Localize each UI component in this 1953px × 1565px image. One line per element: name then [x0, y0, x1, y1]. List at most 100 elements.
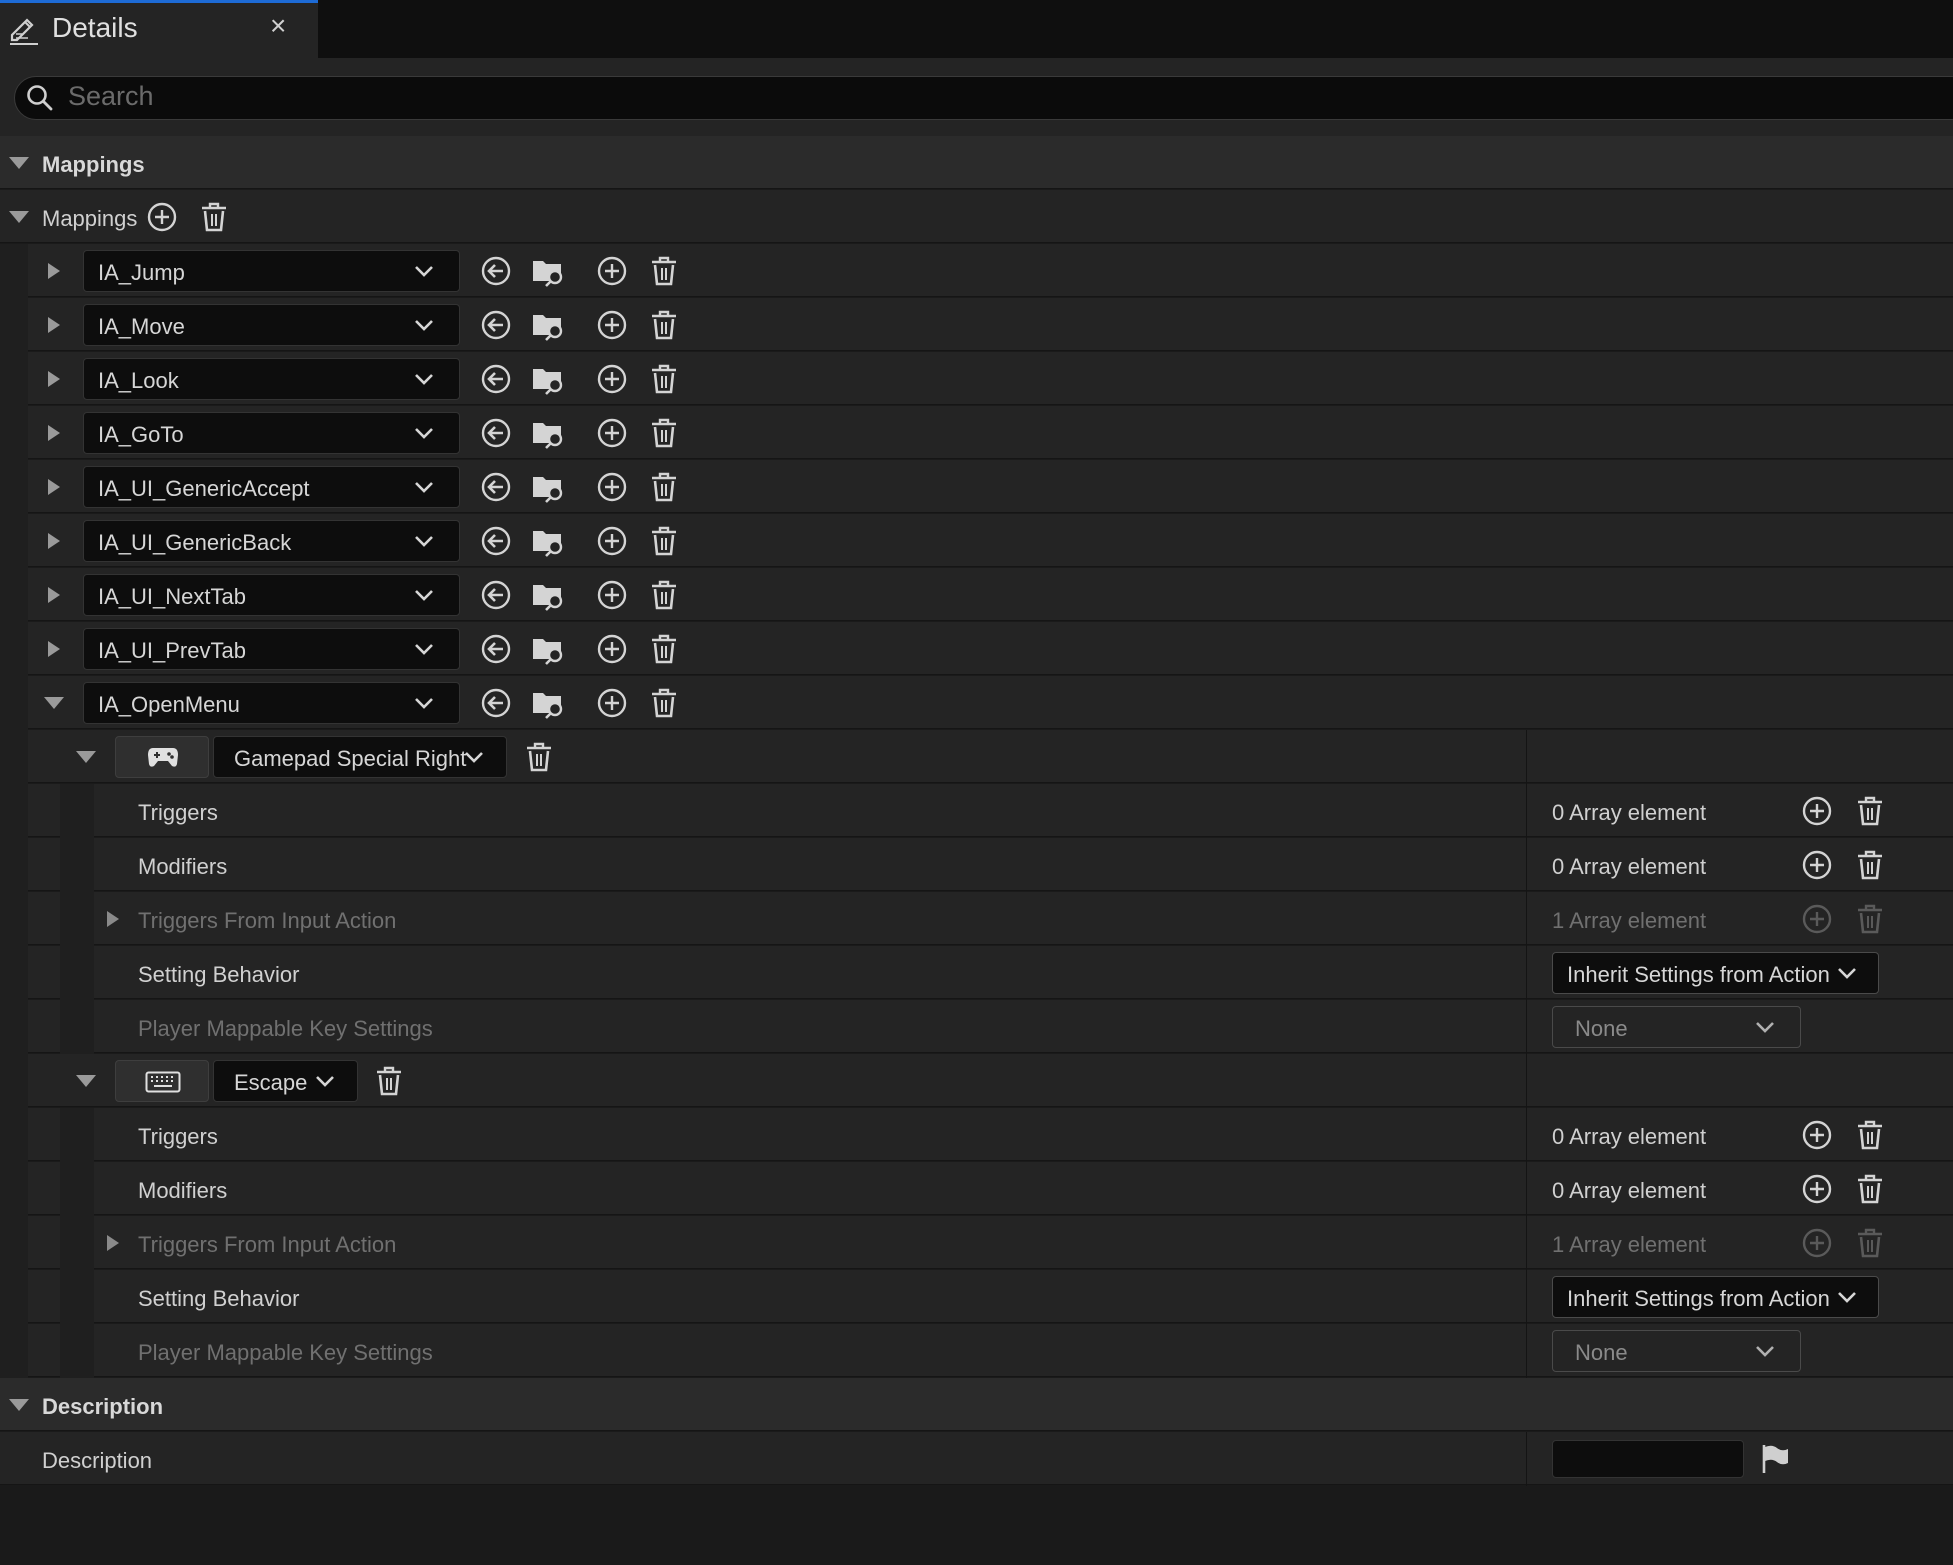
use-selected-asset-icon[interactable]: [480, 633, 512, 665]
key-name-combo[interactable]: Gamepad Special Right: [213, 736, 507, 778]
input-action-name: IA_Move: [98, 314, 185, 339]
add-element-icon[interactable]: [596, 525, 628, 557]
add-element-icon[interactable]: [596, 633, 628, 665]
indent-stripe: [60, 1000, 94, 1054]
input-action-combo[interactable]: IA_Jump: [83, 250, 460, 292]
delete-icon[interactable]: [650, 417, 678, 449]
add-element-icon[interactable]: [1801, 849, 1833, 881]
expand-arrow-icon[interactable]: [46, 477, 62, 497]
delete-icon[interactable]: [375, 1065, 403, 1097]
collapse-arrow-icon[interactable]: [8, 155, 30, 171]
add-element-icon[interactable]: [596, 417, 628, 449]
add-element-icon[interactable]: [1801, 795, 1833, 827]
collapse-arrow-icon[interactable]: [8, 1397, 30, 1413]
input-action-name: IA_UI_GenericBack: [98, 530, 292, 555]
expand-arrow-icon[interactable]: [46, 639, 62, 659]
search-input[interactable]: [14, 76, 1953, 120]
delete-icon[interactable]: [650, 687, 678, 719]
use-selected-asset-icon[interactable]: [480, 255, 512, 287]
expand-arrow-icon[interactable]: [46, 261, 62, 281]
add-element-icon[interactable]: [1801, 903, 1833, 935]
delete-icon[interactable]: [1856, 849, 1884, 881]
browse-asset-icon[interactable]: [531, 525, 565, 557]
delete-icon[interactable]: [525, 741, 553, 773]
input-action-combo[interactable]: IA_GoTo: [83, 412, 460, 454]
use-selected-asset-icon[interactable]: [480, 309, 512, 341]
category-row-mappings[interactable]: [0, 136, 1953, 189]
input-action-combo[interactable]: IA_OpenMenu: [83, 682, 460, 724]
indent-stripe: [0, 1054, 28, 1108]
delete-icon[interactable]: [650, 633, 678, 665]
add-element-icon[interactable]: [1801, 1119, 1833, 1151]
browse-asset-icon[interactable]: [531, 687, 565, 719]
expand-arrow-icon[interactable]: [46, 315, 62, 335]
delete-icon[interactable]: [1856, 1227, 1884, 1259]
delete-icon[interactable]: [1856, 1173, 1884, 1205]
input-action-combo[interactable]: IA_UI_NextTab: [83, 574, 460, 616]
browse-asset-icon[interactable]: [531, 309, 565, 341]
expand-arrow-icon[interactable]: [46, 585, 62, 605]
delete-icon[interactable]: [650, 363, 678, 395]
expand-arrow-icon[interactable]: [46, 369, 62, 389]
browse-asset-icon[interactable]: [531, 363, 565, 395]
expand-arrow-icon[interactable]: [46, 423, 62, 443]
use-selected-asset-icon[interactable]: [480, 525, 512, 557]
input-action-combo[interactable]: IA_Move: [83, 304, 460, 346]
browse-asset-icon[interactable]: [531, 471, 565, 503]
use-selected-asset-icon[interactable]: [480, 471, 512, 503]
delete-icon[interactable]: [650, 255, 678, 287]
add-element-icon[interactable]: [596, 363, 628, 395]
collapse-arrow-icon[interactable]: [75, 749, 97, 765]
input-action-combo[interactable]: IA_UI_PrevTab: [83, 628, 460, 670]
browse-asset-icon[interactable]: [531, 255, 565, 287]
key-selector-button[interactable]: [115, 1060, 209, 1102]
category-row-description[interactable]: [0, 1378, 1953, 1431]
use-selected-asset-icon[interactable]: [480, 417, 512, 449]
use-selected-asset-icon[interactable]: [480, 363, 512, 395]
expand-arrow-icon[interactable]: [105, 1233, 121, 1253]
delete-icon[interactable]: [1856, 903, 1884, 935]
chevron-down-icon: [1755, 1019, 1775, 1035]
browse-asset-icon[interactable]: [531, 579, 565, 611]
collapse-arrow-icon[interactable]: [43, 695, 65, 711]
property-label: Player Mappable Key Settings: [138, 1016, 433, 1041]
add-element-icon[interactable]: [596, 255, 628, 287]
delete-icon[interactable]: [650, 525, 678, 557]
delete-icon[interactable]: [1856, 795, 1884, 827]
use-selected-asset-icon[interactable]: [480, 687, 512, 719]
use-selected-asset-icon[interactable]: [480, 579, 512, 611]
property-label: Triggers: [138, 1124, 218, 1149]
add-element-icon[interactable]: [146, 201, 178, 233]
setting-behavior-dropdown[interactable]: Inherit Settings from Action: [1552, 1276, 1879, 1318]
collapse-arrow-icon[interactable]: [8, 209, 30, 225]
close-tab-button[interactable]: ×: [270, 10, 286, 42]
delete-icon[interactable]: [200, 201, 228, 233]
add-element-icon[interactable]: [596, 309, 628, 341]
input-action-combo[interactable]: IA_Look: [83, 358, 460, 400]
delete-icon[interactable]: [650, 471, 678, 503]
add-element-icon[interactable]: [596, 579, 628, 611]
browse-asset-icon[interactable]: [531, 417, 565, 449]
input-action-combo[interactable]: IA_UI_GenericBack: [83, 520, 460, 562]
setting-behavior-dropdown[interactable]: Inherit Settings from Action: [1552, 952, 1879, 994]
add-element-icon[interactable]: [596, 471, 628, 503]
search-placeholder: Search: [68, 81, 154, 111]
delete-icon[interactable]: [1856, 1119, 1884, 1151]
delete-icon[interactable]: [650, 579, 678, 611]
expand-arrow-icon[interactable]: [46, 531, 62, 551]
add-element-icon[interactable]: [596, 687, 628, 719]
expand-arrow-icon[interactable]: [105, 909, 121, 929]
description-input[interactable]: [1552, 1440, 1744, 1478]
key-settings-dropdown[interactable]: None: [1552, 1330, 1801, 1372]
delete-icon[interactable]: [650, 309, 678, 341]
key-selector-button[interactable]: [115, 736, 209, 778]
browse-asset-icon[interactable]: [531, 633, 565, 665]
indent-stripe: [0, 1324, 28, 1378]
add-element-icon[interactable]: [1801, 1227, 1833, 1259]
localization-flag-icon[interactable]: [1760, 1443, 1790, 1475]
add-element-icon[interactable]: [1801, 1173, 1833, 1205]
key-settings-dropdown[interactable]: None: [1552, 1006, 1801, 1048]
collapse-arrow-icon[interactable]: [75, 1073, 97, 1089]
key-name-combo[interactable]: Escape: [213, 1060, 358, 1102]
input-action-combo[interactable]: IA_UI_GenericAccept: [83, 466, 460, 508]
